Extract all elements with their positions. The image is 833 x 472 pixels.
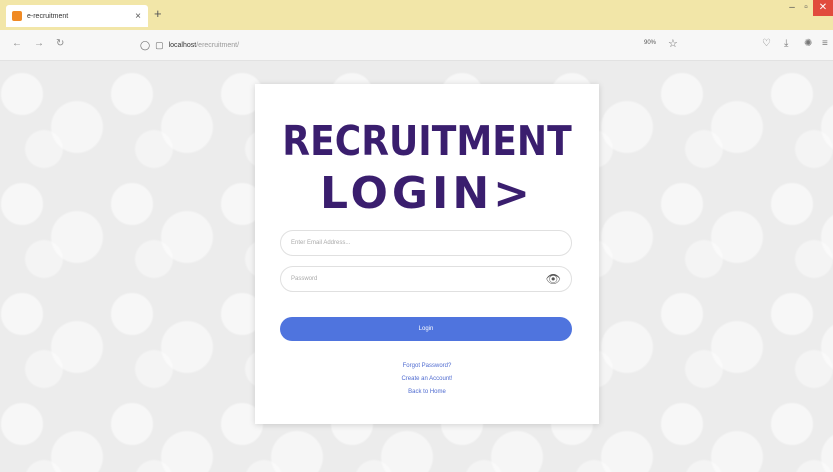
logo-login: LOGIN> <box>319 168 535 219</box>
email-field[interactable]: Enter Email Address... <box>280 230 572 256</box>
navigation-bar: ← → ↻ ◯ ▢ localhost /erecruitment/ 90% ☆… <box>0 30 833 61</box>
new-tab-button[interactable]: + <box>154 6 162 21</box>
email-placeholder: Enter Email Address... <box>291 240 351 246</box>
shield-icon: ◯ <box>140 39 151 50</box>
create-account-link[interactable]: Create an Account! <box>255 376 599 382</box>
address-bar[interactable]: ◯ ▢ localhost /erecruitment/ <box>140 36 700 54</box>
bookmark-star-icon[interactable]: ☆ <box>668 37 678 50</box>
minimize-icon[interactable]: – <box>785 0 799 16</box>
login-button[interactable]: Login <box>280 317 572 341</box>
pocket-icon[interactable]: ♡ <box>762 38 771 49</box>
forward-arrow-icon[interactable]: → <box>34 38 44 49</box>
download-icon[interactable]: ⤓ <box>784 38 788 49</box>
browser-tab[interactable]: e-recruitment × <box>6 5 148 27</box>
reload-icon[interactable]: ↻ <box>56 38 64 49</box>
close-window-icon[interactable]: ✕ <box>813 0 833 16</box>
tab-title: e-recruitment <box>27 12 69 20</box>
zoom-level[interactable]: 90% <box>644 40 656 46</box>
login-card: RECRUITMENT LOGIN> Enter Email Address..… <box>255 84 599 424</box>
back-arrow-icon[interactable]: ← <box>12 38 22 49</box>
extensions-icon[interactable]: ✺ <box>804 38 812 49</box>
eye-icon[interactable]: 👁 <box>546 272 561 286</box>
password-placeholder: Password <box>291 276 318 282</box>
password-field[interactable]: Password 👁 <box>280 266 572 292</box>
page-info-icon: ▢ <box>155 39 164 50</box>
maximize-icon[interactable]: ▫ <box>799 0 813 16</box>
tab-bar: e-recruitment × + – ▫ ✕ <box>0 0 833 30</box>
menu-icon[interactable]: ≡ <box>822 38 828 49</box>
url-path: /erecruitment/ <box>196 41 240 49</box>
window-controls: – ▫ ✕ <box>785 0 833 22</box>
favicon-icon <box>12 11 22 21</box>
url-host: localhost <box>168 41 197 49</box>
logo-recruitment: RECRUITMENT <box>282 117 572 165</box>
close-tab-icon[interactable]: × <box>135 11 141 22</box>
back-home-link[interactable]: Back to Home <box>255 389 599 395</box>
forgot-password-link[interactable]: Forgot Password? <box>255 363 599 369</box>
